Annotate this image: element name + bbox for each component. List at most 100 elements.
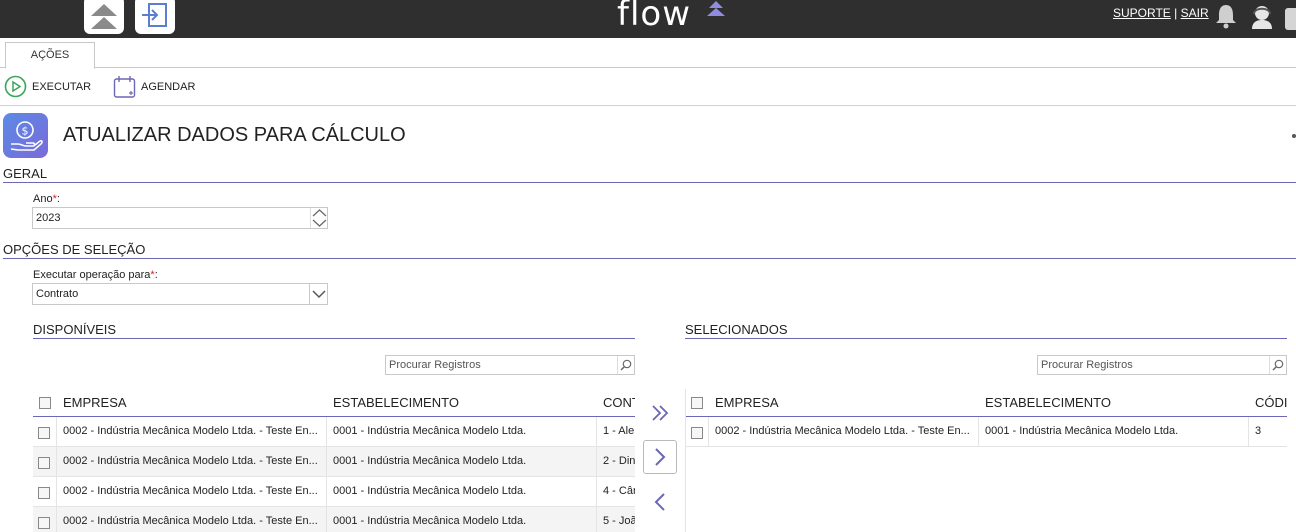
available-title: DISPONÍVEIS bbox=[33, 322, 635, 339]
play-icon bbox=[4, 75, 27, 98]
top-links: SUPORTE | SAIR bbox=[1113, 6, 1209, 20]
cell-contrato: 2 - Din bbox=[603, 455, 635, 467]
section-general: GERAL bbox=[3, 166, 1296, 183]
selected-search-button[interactable] bbox=[1269, 356, 1286, 374]
cell-estabelecimento: 0001 - Indústria Mecânica Modelo Ltda. bbox=[327, 477, 597, 507]
enter-icon bbox=[142, 3, 167, 27]
row-checkbox[interactable] bbox=[38, 457, 50, 469]
chevron-left-icon bbox=[654, 493, 665, 511]
money-hand-icon: $ bbox=[10, 120, 43, 151]
col-estabelecimento[interactable]: ESTABELECIMENTO bbox=[985, 389, 1253, 417]
schedule-button[interactable]: AGENDAR bbox=[113, 75, 195, 99]
row-checkbox-cell bbox=[686, 417, 709, 447]
logo-mark-icon bbox=[707, 1, 725, 16]
row-checkbox[interactable] bbox=[691, 427, 703, 439]
execute-button[interactable]: EXECUTAR bbox=[4, 75, 91, 98]
selected-table: EMPRESA ESTABELECIMENTO CÓDI 0002 - Indú… bbox=[685, 389, 1287, 532]
more-dot[interactable] bbox=[1292, 134, 1296, 138]
cell-empresa: 0002 - Indústria Mecânica Modelo Ltda. -… bbox=[709, 417, 979, 447]
available-search-button[interactable] bbox=[617, 356, 634, 374]
cell-estabelecimento: 0001 - Indústria Mecânica Modelo Ltda. bbox=[979, 417, 1249, 447]
row-checkbox-cell bbox=[33, 417, 57, 447]
row-checkbox-cell bbox=[33, 507, 57, 532]
year-value: 2023 bbox=[36, 212, 61, 224]
move-all-right-button[interactable] bbox=[643, 396, 677, 430]
move-right-button[interactable] bbox=[643, 440, 677, 474]
cell-contrato: 5 - Joã bbox=[603, 515, 635, 527]
available-search-placeholder: Procurar Registros bbox=[389, 359, 481, 371]
schedule-label: AGENDAR bbox=[141, 81, 196, 93]
available-search-input[interactable]: Procurar Registros bbox=[385, 355, 635, 375]
col-estabelecimento[interactable]: ESTABELECIMENTO bbox=[333, 389, 601, 417]
top-bar: flow SUPORTE | SAIR bbox=[0, 0, 1296, 38]
table-row[interactable]: 0002 - Indústria Mecânica Modelo Ltda. -… bbox=[33, 477, 635, 507]
page-title: ATUALIZAR DADOS PARA CÁLCULO bbox=[63, 124, 406, 146]
support-agent-icon[interactable] bbox=[1249, 3, 1275, 31]
cell-estabelecimento: 0001 - Indústria Mecânica Modelo Ltda. bbox=[327, 507, 597, 532]
double-chevron-right-icon bbox=[652, 405, 669, 421]
year-label-text: Ano bbox=[33, 193, 53, 205]
col-contrato[interactable]: CONT bbox=[603, 389, 635, 417]
row-checkbox[interactable] bbox=[38, 517, 50, 529]
required-mark: * bbox=[150, 269, 155, 281]
row-checkbox-cell bbox=[33, 447, 57, 477]
search-icon bbox=[620, 359, 632, 371]
table-row[interactable]: 0002 - Indústria Mecânica Modelo Ltda. -… bbox=[33, 447, 635, 477]
cell-estabelecimento: 0001 - Indústria Mecânica Modelo Ltda. bbox=[327, 417, 597, 447]
row-checkbox[interactable] bbox=[38, 487, 50, 499]
search-icon bbox=[1272, 359, 1284, 371]
cell-codigo: 3 bbox=[1255, 425, 1262, 437]
move-left-button[interactable] bbox=[643, 485, 677, 519]
available-table: EMPRESA ESTABELECIMENTO CONT 0002 - Indú… bbox=[33, 389, 635, 532]
cell-contrato: 1 - Ale bbox=[603, 425, 635, 437]
available-table-header: EMPRESA ESTABELECIMENTO CONT bbox=[33, 389, 635, 417]
logout-link[interactable]: SAIR bbox=[1181, 6, 1209, 20]
execute-label: EXECUTAR bbox=[32, 80, 92, 93]
cell-empresa: 0002 - Indústria Mecânica Modelo Ltda. -… bbox=[57, 507, 327, 532]
year-label: Ano*: bbox=[33, 193, 60, 205]
row-checkbox-cell bbox=[33, 477, 57, 507]
menu-icon[interactable] bbox=[1285, 8, 1296, 30]
col-empresa[interactable]: EMPRESA bbox=[63, 389, 331, 417]
year-field[interactable]: 2023 bbox=[32, 207, 328, 229]
select-all-checkbox[interactable] bbox=[691, 397, 703, 409]
cell-empresa: 0002 - Indústria Mecânica Modelo Ltda. -… bbox=[57, 447, 327, 477]
table-row[interactable]: 0002 - Indústria Mecânica Modelo Ltda. -… bbox=[686, 417, 1287, 447]
svg-text:$: $ bbox=[21, 124, 28, 137]
selected-table-header: EMPRESA ESTABELECIMENTO CÓDI bbox=[686, 389, 1287, 417]
col-codigo[interactable]: CÓDI bbox=[1255, 389, 1287, 417]
login-button[interactable] bbox=[135, 0, 175, 34]
home-icon bbox=[91, 4, 117, 29]
required-mark: * bbox=[52, 193, 57, 205]
operation-select[interactable]: Contrato bbox=[32, 283, 328, 305]
cell-estabelecimento: 0001 - Indústria Mecânica Modelo Ltda. bbox=[327, 447, 597, 477]
home-button[interactable] bbox=[84, 0, 124, 34]
section-selection: OPÇÕES DE SELEÇÃO bbox=[3, 242, 1296, 259]
operation-dropdown-button[interactable] bbox=[309, 284, 327, 304]
tab-actions[interactable]: AÇÕES bbox=[5, 42, 95, 69]
cell-contrato: 4 - Câr bbox=[603, 485, 635, 497]
spinner-arrows-icon bbox=[312, 209, 327, 227]
app-icon: $ bbox=[3, 113, 48, 158]
bell-icon[interactable] bbox=[1214, 3, 1238, 29]
tab-strip: AÇÕES bbox=[0, 42, 1296, 69]
selected-search-input[interactable]: Procurar Registros bbox=[1037, 355, 1287, 375]
links-separator: | bbox=[1174, 6, 1178, 20]
app-logo: flow bbox=[617, 0, 692, 34]
table-row[interactable]: 0002 - Indústria Mecânica Modelo Ltda. -… bbox=[33, 417, 635, 447]
cell-empresa: 0002 - Indústria Mecânica Modelo Ltda. -… bbox=[57, 417, 327, 447]
selected-title: SELECIONADOS bbox=[685, 322, 1287, 339]
calendar-icon bbox=[113, 76, 136, 98]
support-link[interactable]: SUPORTE bbox=[1113, 6, 1171, 20]
chevron-down-icon bbox=[311, 290, 326, 299]
table-row[interactable]: 0002 - Indústria Mecânica Modelo Ltda. -… bbox=[33, 507, 635, 532]
col-empresa[interactable]: EMPRESA bbox=[715, 389, 983, 417]
action-toolbar: EXECUTAR AGENDAR bbox=[0, 68, 1296, 106]
select-all-checkbox[interactable] bbox=[39, 397, 51, 409]
selected-search-placeholder: Procurar Registros bbox=[1041, 359, 1133, 371]
operation-label-text: Executar operação para bbox=[33, 269, 151, 281]
year-spinner[interactable] bbox=[310, 208, 327, 228]
row-checkbox[interactable] bbox=[38, 427, 50, 439]
operation-value: Contrato bbox=[36, 288, 79, 300]
operation-label: Executar operação para*: bbox=[33, 269, 158, 281]
